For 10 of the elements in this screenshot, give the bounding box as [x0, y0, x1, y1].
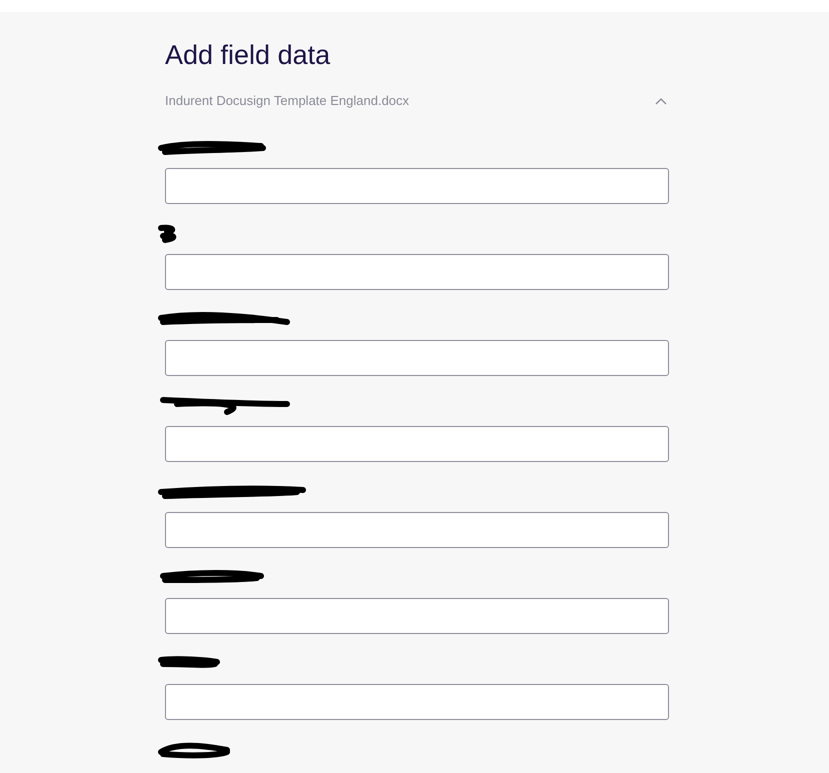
input-field[interactable] — [165, 340, 669, 376]
input-field[interactable] — [165, 426, 669, 462]
input-field[interactable] — [165, 512, 669, 548]
input-field[interactable] — [165, 598, 669, 634]
page-title: Add field data — [165, 40, 332, 71]
chevron-icon[interactable] — [655, 96, 667, 104]
document-name: Indurent Docusign Template England.docx — [165, 93, 410, 108]
input-field[interactable] — [165, 254, 669, 290]
input-field[interactable] — [165, 684, 669, 720]
input-field[interactable] — [165, 168, 669, 204]
